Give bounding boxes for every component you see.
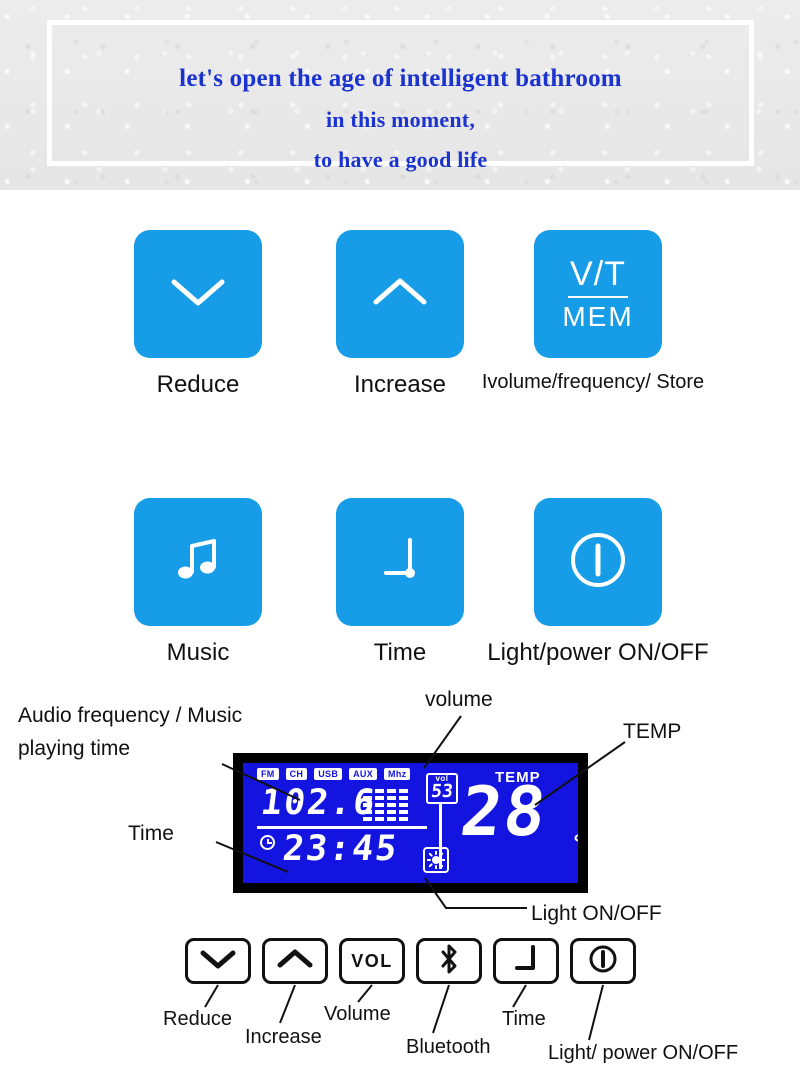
sun-light-icon <box>423 847 449 873</box>
power-button[interactable] <box>534 498 662 626</box>
lcd-frequency-value: 102.6 <box>258 783 379 823</box>
callout-audio-frequency: Audio frequency / Music playing time <box>18 704 243 760</box>
vt-mem-label: Ivolume/frequency/ Store <box>481 371 705 393</box>
key-reduce[interactable] <box>185 938 251 984</box>
lcd-bezel: FM CH USB AUX Mhz 102.6 vol 53 23:45 TEM… <box>233 753 588 893</box>
key-time[interactable] <box>493 938 559 984</box>
key-label-time: Time <box>502 1008 546 1030</box>
lcd-tag-row: FM CH USB AUX Mhz <box>257 768 411 781</box>
clock-icon <box>260 835 275 850</box>
bluetooth-icon <box>438 944 460 979</box>
key-bluetooth[interactable] <box>416 938 482 984</box>
key-increase[interactable] <box>262 938 328 984</box>
time-button[interactable] <box>336 498 464 626</box>
lcd-panel: FM CH USB AUX Mhz 102.6 vol 53 23:45 TEM… <box>233 753 588 893</box>
banner-line-1: let's open the age of intelligent bathro… <box>179 65 622 92</box>
chevron-down-icon <box>199 948 237 975</box>
lcd-volume-indicator: vol 53 <box>426 773 458 804</box>
button-cell-vt-mem[interactable]: V/T MEM Ivolume/frequency/ Store <box>478 230 718 395</box>
tag-fm: FM <box>257 768 279 781</box>
chevron-up-icon <box>276 948 314 975</box>
key-label-reduce: Reduce <box>163 1008 232 1030</box>
vt-top-text: V/T <box>570 255 626 293</box>
callout-time: Time <box>128 822 174 845</box>
vt-divider <box>568 296 628 298</box>
lcd-volume-value: 53 <box>429 781 455 802</box>
banner-frame: let's open the age of intelligent bathro… <box>47 20 754 172</box>
lcd-screen: FM CH USB AUX Mhz 102.6 vol 53 23:45 TEM… <box>243 763 578 883</box>
tag-aux: AUX <box>349 768 378 781</box>
power-icon <box>565 527 631 598</box>
music-note-icon <box>170 532 226 593</box>
tag-usb: USB <box>314 768 343 781</box>
chevron-up-icon <box>371 275 429 314</box>
tag-ch: CH <box>285 768 308 781</box>
reduce-button[interactable] <box>134 230 262 358</box>
signal-bars-icon <box>363 789 408 821</box>
vt-mem-button[interactable]: V/T MEM <box>534 230 662 358</box>
header-banner: let's open the age of intelligent bathro… <box>0 0 800 190</box>
clock-hands-icon <box>372 532 428 593</box>
banner-line-3: to have a good life <box>313 147 488 172</box>
key-volume[interactable]: VOL <box>339 938 405 984</box>
button-grid: Reduce Increase V/T MEM Ivolume/frequenc… <box>0 230 800 666</box>
callout-light-on-off: Light ON/OFF <box>531 902 662 925</box>
increase-button[interactable] <box>336 230 464 358</box>
key-label-increase: Increase <box>245 1026 322 1048</box>
tag-mhz: Mhz <box>384 768 411 781</box>
key-row: VOL <box>0 938 800 990</box>
music-button[interactable] <box>134 498 262 626</box>
power-icon <box>587 943 619 980</box>
key-power[interactable] <box>570 938 636 984</box>
lcd-time-value: 23:45 <box>280 829 401 869</box>
vt-bottom-text: MEM <box>562 301 634 332</box>
key-label-volume: Volume <box>324 1003 391 1025</box>
vol-text-icon: VOL <box>351 950 393 971</box>
power-label: Light/power ON/OFF <box>487 639 709 666</box>
key-label-power: Light/ power ON/OFF <box>548 1042 739 1064</box>
callout-volume: volume <box>425 688 493 711</box>
callout-temp: TEMP <box>623 720 682 743</box>
vt-mem-icon: V/T MEM <box>562 257 633 331</box>
banner-line-2: in this moment, <box>325 107 476 132</box>
chevron-down-icon <box>169 275 227 314</box>
lcd-temp-value: 28 <box>456 773 552 852</box>
key-label-bluetooth: Bluetooth <box>406 1036 491 1058</box>
clock-hands-icon <box>510 944 542 979</box>
lcd-temp-unit: ℃ <box>573 831 578 856</box>
button-cell-power[interactable]: Light/power ON/OFF <box>478 498 718 668</box>
